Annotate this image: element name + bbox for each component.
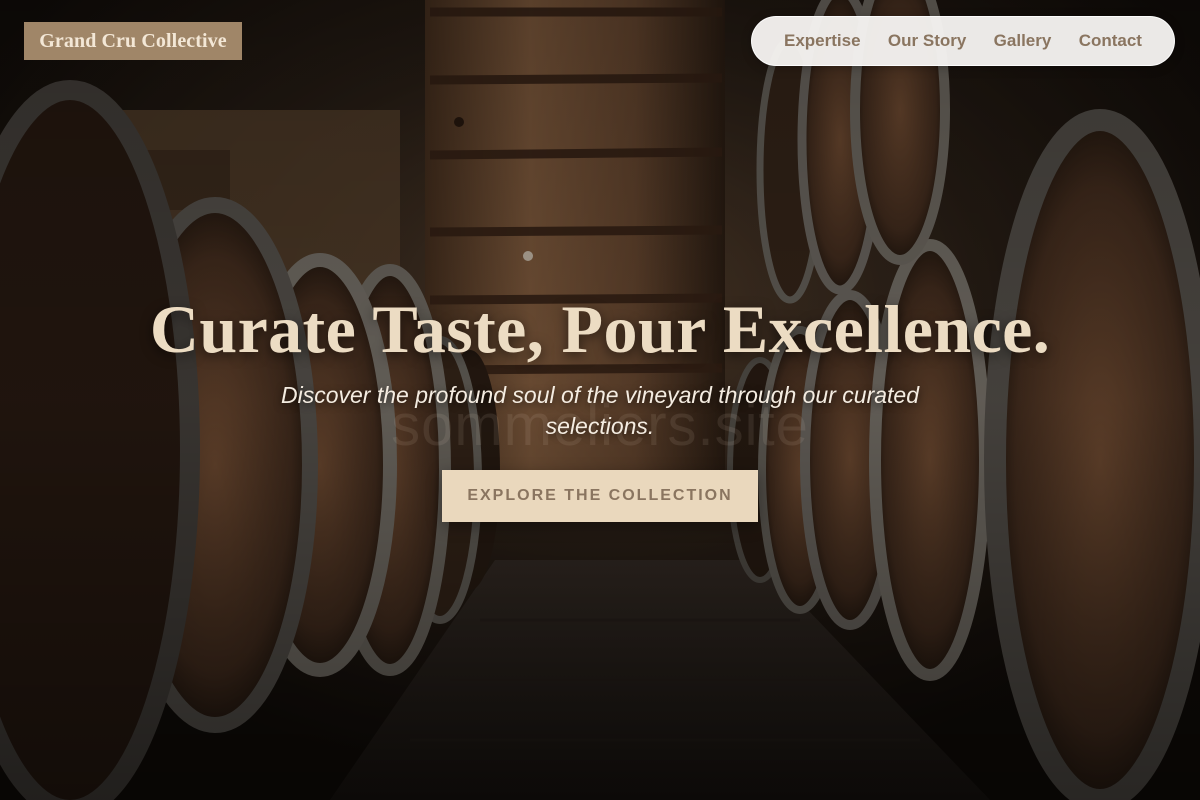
explore-collection-button[interactable]: EXPLORE THE COLLECTION (442, 470, 758, 522)
nav-link-our-story[interactable]: Our Story (888, 31, 966, 51)
brand-logo[interactable]: Grand Cru Collective (24, 22, 242, 60)
hero-title: Curate Taste, Pour Excellence. (149, 291, 1051, 367)
hero-subtitle: Discover the profound soul of the vineya… (281, 382, 919, 439)
nav-link-gallery[interactable]: Gallery (994, 31, 1052, 51)
nav-link-expertise[interactable]: Expertise (784, 31, 861, 51)
nav-link-contact[interactable]: Contact (1079, 31, 1142, 51)
main-nav: Expertise Our Story Gallery Contact (751, 16, 1175, 66)
